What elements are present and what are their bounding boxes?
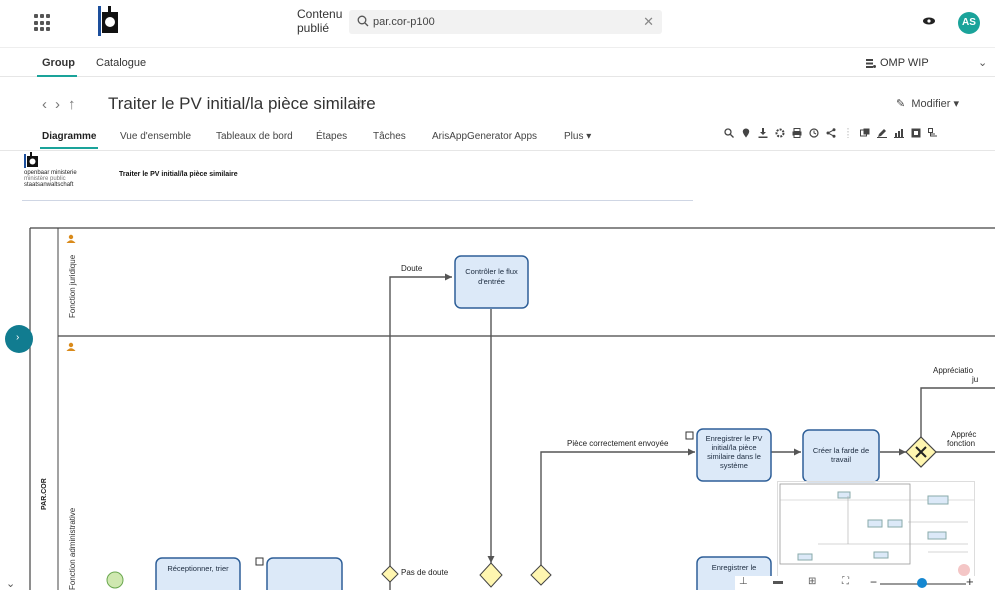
label-doute: Doute xyxy=(401,264,423,273)
gateway-exclusive[interactable] xyxy=(905,436,937,468)
lane-label-administrative: Fonction administrative xyxy=(68,507,77,590)
svg-text:initial/la pièce: initial/la pièce xyxy=(711,443,756,452)
label-appreciation-1a: Appréciatio xyxy=(933,366,974,375)
svg-text:d'entrée: d'entrée xyxy=(478,277,505,286)
svg-text:Créer la farde de: Créer la farde de xyxy=(813,446,869,455)
label-appreciation-2a: Appréc xyxy=(951,430,976,439)
svg-text:travail: travail xyxy=(831,455,851,464)
flow-doute xyxy=(389,273,452,590)
label-piece-ok: Pièce correctement envoyée xyxy=(567,439,669,448)
svg-text:Réceptionner, trier: Réceptionner, trier xyxy=(167,564,229,573)
flow-piece-ok xyxy=(540,448,695,575)
gateway-ok[interactable] xyxy=(530,564,552,586)
minimap-toggle-icon[interactable]: ▬ xyxy=(773,576,783,587)
label-appreciation-2b: fonction xyxy=(947,439,975,448)
role-icon xyxy=(66,342,76,351)
lane-label-juridique: Fonction juridique xyxy=(68,254,77,318)
svg-text:similaire dans le: similaire dans le xyxy=(707,452,761,461)
fit-diagram-icon[interactable]: ⊥ xyxy=(739,576,748,587)
task-receptionner[interactable]: Réceptionner, trier xyxy=(155,557,241,590)
side-panel-toggle[interactable]: › xyxy=(5,325,33,353)
app-root: Contenu publié ✕ AS Group Catalogue OMP … xyxy=(0,0,995,590)
gateway-doute[interactable] xyxy=(479,562,503,588)
label-appreciation-1b: ju xyxy=(971,375,978,384)
fullscreen-icon[interactable]: ⛶ xyxy=(842,576,849,587)
task-partial[interactable] xyxy=(266,557,343,590)
fit-page-icon[interactable]: ⊞ xyxy=(808,576,816,587)
system-icon xyxy=(255,557,264,566)
system-icon xyxy=(685,431,694,440)
minimap[interactable] xyxy=(777,481,975,577)
chevron-right-icon: › xyxy=(16,332,20,343)
pool-label: PAR.COR xyxy=(41,478,48,510)
svg-text:Contrôler le flux: Contrôler le flux xyxy=(465,267,518,276)
gateway-pas-doute[interactable] xyxy=(381,565,399,583)
minimap-preview xyxy=(779,483,974,576)
svg-text:Enregistrer le: Enregistrer le xyxy=(712,563,757,572)
svg-text:système: système xyxy=(720,461,748,470)
zoom-in-button[interactable]: + xyxy=(966,574,974,589)
task-creer-farde[interactable]: Créer la farde de travail xyxy=(802,429,880,483)
label-pas-de-doute: Pas de doute xyxy=(401,568,449,577)
start-event[interactable] xyxy=(106,571,124,589)
chevron-down-icon[interactable]: ⌄ xyxy=(6,577,15,590)
task-enregistrer-pv[interactable]: Enregistrer le PV initial/la pièce simil… xyxy=(696,428,772,482)
zoom-out-button[interactable]: − xyxy=(870,575,877,589)
zoom-slider-thumb[interactable] xyxy=(917,578,927,588)
svg-text:Enregistrer le PV: Enregistrer le PV xyxy=(706,434,763,443)
task-controler-flux[interactable]: Contrôler le flux d'entrée xyxy=(454,255,529,309)
role-icon xyxy=(66,234,76,243)
